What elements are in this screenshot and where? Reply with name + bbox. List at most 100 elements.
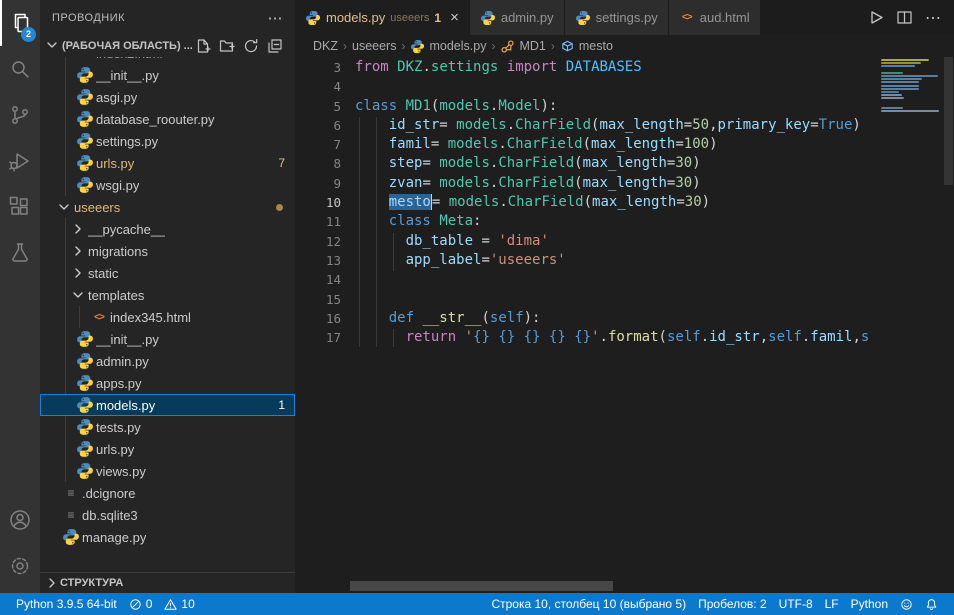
tree-item-index345.html[interactable]: <>index345.html — [40, 306, 295, 328]
breadcrumb-item-mesto[interactable]: mesto — [560, 39, 613, 54]
tab-settings.py[interactable]: settings.py — [565, 0, 669, 35]
tab-admin.py[interactable]: admin.py — [470, 0, 565, 35]
tree-item-migrations[interactable]: migrations — [40, 240, 295, 262]
tab-aud.html[interactable]: <>aud.html — [669, 0, 761, 35]
minimap-line — [881, 78, 922, 80]
code-token: class — [389, 213, 431, 229]
status-problems-errors[interactable]: 0 — [123, 593, 159, 615]
status-encoding[interactable]: UTF-8 — [773, 593, 819, 615]
editor[interactable]: 34567891011121314151617 from DKZ.setting… — [295, 57, 954, 593]
breadcrumb-item-MD1[interactable]: MD1 — [500, 39, 545, 54]
tree-item-__init__.py[interactable]: __init__.py — [40, 64, 295, 86]
activity-item-source-control[interactable] — [0, 92, 40, 138]
python-icon — [76, 133, 94, 149]
minimap-line — [881, 94, 902, 96]
tree-item-admin.py[interactable]: admin.py — [40, 350, 295, 372]
chevron-right-icon — [44, 575, 60, 591]
breadcrumb-item-DKZ[interactable]: DKZ — [313, 39, 338, 53]
status-indentation[interactable]: Пробелов: 2 — [692, 593, 773, 615]
code-token: 30 — [675, 155, 692, 171]
tree-item-manage.py[interactable]: manage.py — [40, 526, 295, 548]
tree-item-__pycache__[interactable]: __pycache__ — [40, 218, 295, 240]
run-python-file-icon[interactable] — [867, 9, 884, 26]
collapse-all-icon[interactable] — [267, 38, 283, 54]
status-problems-warnings[interactable]: 10 — [158, 593, 200, 615]
code-token — [456, 329, 464, 345]
status-notifications[interactable] — [919, 593, 944, 615]
tree-item-tests.py[interactable]: tests.py — [40, 416, 295, 438]
vertical-scrollbar[interactable] — [943, 57, 954, 593]
tree-item-static[interactable]: static — [40, 262, 295, 284]
activity-item-account[interactable] — [0, 497, 40, 543]
code-line: zvan= models.CharField(max_length=30) — [355, 174, 877, 193]
status-cursor-position[interactable]: Строка 10, столбец 10 (выбрано 5) — [485, 593, 692, 615]
status-feedback[interactable] — [894, 593, 919, 615]
editor-actions: ⋯ — [867, 0, 954, 35]
code-token: id_str — [709, 329, 760, 345]
activity-item-explorer[interactable]: 2 — [0, 0, 40, 46]
code-token: ' — [591, 329, 599, 345]
tree-item-apps.py[interactable]: apps.py — [40, 372, 295, 394]
code-token: famil — [810, 329, 852, 345]
code-token: CharField — [498, 155, 574, 171]
status-eol-sequence[interactable]: LF — [819, 593, 845, 615]
breadcrumb-label: models.py — [429, 39, 486, 53]
tree-item-label: index345.html — [110, 310, 191, 325]
status-language-mode[interactable]: Python — [845, 593, 894, 615]
code-content[interactable]: from DKZ.settings import DATABASESclass … — [355, 58, 877, 347]
tree-item-index2.html[interactable]: <>index2.html — [40, 57, 295, 64]
tree-item-asgi.py[interactable]: asgi.py — [40, 86, 295, 108]
python-icon — [76, 441, 94, 457]
status-python-interpreter-label: Python 3.9.5 64-bit — [16, 597, 117, 611]
breadcrumb-item-models.py[interactable]: models.py — [410, 39, 486, 54]
more-actions-icon[interactable]: ⋯ — [268, 9, 284, 27]
code-token: ( — [481, 310, 489, 326]
code-token: import — [507, 59, 558, 75]
tree-item-useeers[interactable]: useeers — [40, 196, 295, 218]
close-icon[interactable]: × — [450, 10, 459, 25]
code-token: {} — [574, 329, 591, 345]
tree-item-templates[interactable]: templates — [40, 284, 295, 306]
tree-item-db.sqlite3[interactable]: ≡db.sqlite3 — [40, 504, 295, 526]
code-token: = — [684, 117, 692, 133]
horizontal-scrollbar[interactable] — [350, 581, 613, 591]
tree-item-__init__.py[interactable]: __init__.py — [40, 328, 295, 350]
code-token: __str__ — [422, 310, 481, 326]
activity-item-search[interactable] — [0, 46, 40, 92]
activity-item-run-debug[interactable] — [0, 138, 40, 184]
tree-item-settings.py[interactable]: settings.py — [40, 130, 295, 152]
minimap-line — [881, 91, 899, 93]
code-token: ): — [541, 98, 558, 114]
activity-item-settings-gear[interactable] — [0, 543, 40, 589]
code-line: famil= models.CharField(max_length=100) — [355, 135, 877, 154]
tree-item-wsgi.py[interactable]: wsgi.py — [40, 174, 295, 196]
activity-item-extensions[interactable] — [0, 184, 40, 230]
new-folder-icon[interactable] — [219, 38, 235, 54]
tree-item-label: __pycache__ — [88, 222, 165, 237]
tree-item-views.py[interactable]: views.py — [40, 460, 295, 482]
vertical-scrollbar-slider[interactable] — [944, 57, 953, 185]
line-number: 14 — [295, 270, 341, 289]
new-file-icon[interactable] — [195, 38, 211, 54]
code-token — [355, 233, 406, 249]
code-token: = — [676, 194, 684, 210]
status-python-interpreter[interactable]: Python 3.9.5 64-bit — [10, 593, 123, 615]
line-number: 15 — [295, 290, 341, 309]
split-editor-icon[interactable] — [896, 9, 913, 26]
python-icon — [76, 111, 94, 127]
tree-item-models.py[interactable]: models.py1 — [40, 394, 295, 416]
tree-item-.dcignore[interactable]: ≡.dcignore — [40, 482, 295, 504]
minimap[interactable] — [877, 59, 943, 593]
tree-item-urls.py[interactable]: urls.py — [40, 438, 295, 460]
testing-icon — [8, 241, 32, 265]
refresh-icon[interactable] — [243, 38, 259, 54]
tree-item-urls.py[interactable]: urls.py7 — [40, 152, 295, 174]
breadcrumb-label: DKZ — [313, 39, 338, 53]
breadcrumb-item-useeers[interactable]: useeers — [352, 39, 396, 53]
outline-section-header[interactable]: СТРУКТУРА — [40, 572, 295, 593]
tab-models.py[interactable]: models.pyuseeers1× — [295, 0, 470, 35]
tree-item-database_roouter.py[interactable]: database_roouter.py — [40, 108, 295, 130]
workspace-section-header[interactable]: (РАБОЧАЯ ОБЛАСТЬ) ... — [40, 35, 295, 57]
more-actions-icon[interactable]: ⋯ — [925, 8, 942, 28]
activity-item-testing[interactable] — [0, 230, 40, 276]
